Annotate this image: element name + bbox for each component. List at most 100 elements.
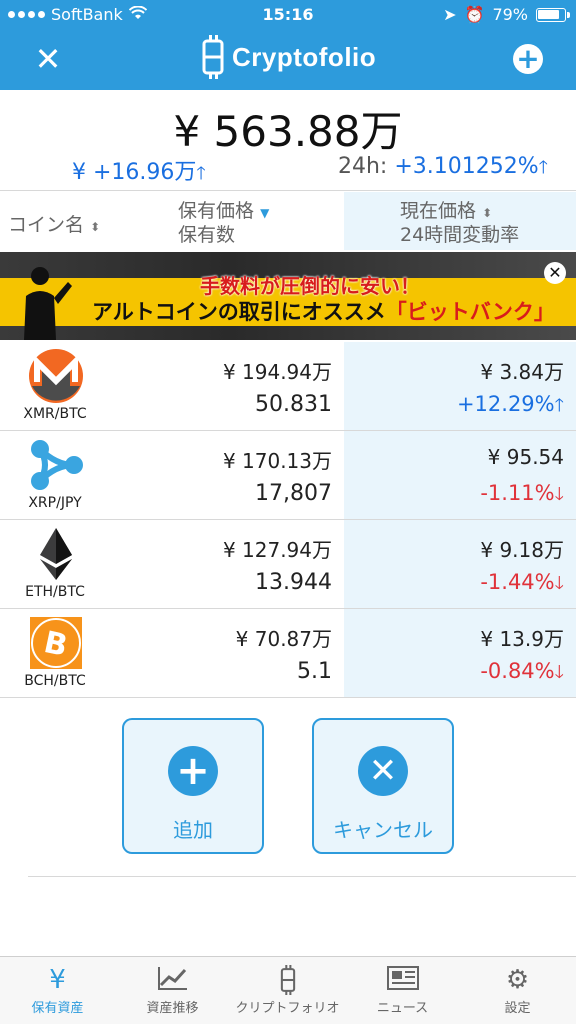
change-24h: -1.11%🡓	[480, 481, 564, 512]
plus-icon: +	[168, 746, 218, 796]
sort-icon: ⬍	[90, 220, 101, 234]
app-logo: Cryptofolio	[200, 34, 376, 80]
ad-subline-main: アルトコインの取引にオススメ	[92, 300, 386, 324]
change-amount-value: ¥ +16.96万	[72, 160, 197, 185]
tab-settings[interactable]: ⚙ 設定	[460, 957, 575, 1024]
change-amount: ¥ +16.96万🡑	[72, 154, 206, 191]
sort-holding[interactable]: 保有価格 ▼ 保有数	[178, 200, 269, 246]
change-24h-value: -1.44%	[480, 570, 555, 594]
tab-label: 資産推移	[146, 1001, 199, 1016]
ad-headline: 手数料が圧倒的に安い！	[200, 274, 420, 298]
add-button[interactable]: + 追加	[122, 718, 264, 854]
ad-close-icon[interactable]: ✕	[544, 262, 566, 284]
divider	[28, 876, 576, 877]
coin-row-xmr[interactable]: XMR/BTC ¥ 194.94万 50.831 ¥ 3.84万 +12.29%…	[0, 342, 576, 431]
coin-row-xrp[interactable]: XRP/JPY ¥ 170.13万 17,807 ¥ 95.54 -1.11%🡓	[0, 431, 576, 520]
bitcoin-cash-icon: B	[30, 617, 82, 669]
holding-value: ¥ 70.87万	[235, 627, 332, 651]
arrow-up-icon: 🡑	[196, 163, 206, 184]
sort-coin-name[interactable]: コイン名 ⬍	[8, 210, 100, 237]
yen-icon: ¥	[49, 965, 66, 995]
arrow-up-icon: 🡑	[554, 395, 564, 416]
current-price: ¥ 9.18万	[480, 538, 564, 562]
arrow-up-icon: 🡑	[538, 157, 548, 178]
column-price-label: 現在価格	[400, 200, 477, 222]
sort-down-icon: ▼	[260, 206, 270, 220]
change-percent: 24h: +3.101252%🡑	[338, 154, 548, 185]
status-right: ➤ ⏰ 79%	[443, 5, 570, 24]
status-bar: SoftBank 15:16 ➤ ⏰ 79%	[0, 0, 576, 30]
arrow-down-icon: 🡓	[554, 662, 564, 683]
chart-icon	[115, 957, 230, 997]
close-icon: ✕	[358, 746, 408, 796]
column-coin-label: コイン名	[8, 214, 85, 236]
tab-cryptofolio[interactable]: クリプトフォリオ	[230, 957, 345, 1024]
news-icon	[345, 957, 460, 997]
tab-asset-history[interactable]: 資産推移	[115, 957, 230, 1024]
tab-label: 設定	[504, 1001, 531, 1016]
holding-qty: 50.831	[255, 392, 332, 417]
holding-qty: 13.944	[255, 570, 332, 595]
tab-label: ニュース	[376, 1001, 429, 1016]
cryptofolio-icon	[230, 957, 345, 997]
column-qty-label: 保有数	[178, 224, 236, 246]
tab-bar: ¥ 保有資産 資産推移 クリプトフォリオ ニュース ⚙ 設定	[0, 956, 576, 1024]
coin-pair: XRP/JPY	[28, 495, 82, 511]
column-change-label: 24時間変動率	[400, 224, 520, 246]
app-header: SoftBank 15:16 ➤ ⏰ 79% ✕ Cryptofolio +	[0, 0, 576, 90]
sort-icon: ⬍	[482, 206, 493, 220]
sort-price[interactable]: 現在価格 ⬍ 24時間変動率	[400, 200, 519, 246]
cancel-label: キャンセル	[333, 818, 433, 842]
change-24h-value: +12.29%	[456, 392, 555, 416]
businessman-illustration	[24, 267, 72, 340]
tab-holdings[interactable]: ¥ 保有資産	[0, 957, 115, 1024]
holding-qty: 17,807	[255, 481, 332, 506]
alarm-icon: ⏰	[464, 5, 485, 24]
coin-list: XMR/BTC ¥ 194.94万 50.831 ¥ 3.84万 +12.29%…	[0, 342, 576, 698]
arrow-down-icon: 🡓	[554, 573, 564, 594]
change-summary: ¥ +16.96万🡑 24h: +3.101252%🡑	[0, 154, 576, 185]
change-label: 24h:	[337, 154, 388, 179]
coin-pair: ETH/BTC	[25, 584, 85, 600]
change-24h-value: -1.11%	[480, 481, 555, 505]
arrow-down-icon: 🡓	[554, 484, 564, 505]
ad-subline: アルトコインの取引にオススメ「ビットバンク」	[92, 296, 555, 326]
plus-icon[interactable]: +	[513, 44, 543, 74]
ripple-icon	[31, 440, 83, 490]
holding-value: ¥ 194.94万	[222, 360, 332, 384]
tab-news[interactable]: ニュース	[345, 957, 460, 1024]
battery-percent: 79%	[492, 5, 528, 24]
ad-banner[interactable]: 手数料が圧倒的に安い！ アルトコインの取引にオススメ「ビットバンク」 ✕	[0, 252, 576, 340]
change-24h: +12.29%🡑	[457, 392, 564, 423]
ethereum-icon	[40, 528, 72, 580]
monero-icon	[29, 349, 83, 403]
column-holding-label: 保有価格	[178, 200, 255, 222]
coin-pair: XMR/BTC	[23, 406, 87, 422]
app-title: Cryptofolio	[232, 41, 377, 72]
battery-icon	[536, 7, 570, 22]
holding-value: ¥ 170.13万	[222, 449, 332, 473]
gear-icon: ⚙	[505, 965, 530, 995]
cancel-button[interactable]: ✕ キャンセル	[312, 718, 454, 854]
holding-qty: 5.1	[297, 659, 332, 684]
current-price: ¥ 13.9万	[480, 627, 564, 651]
change-24h: -1.44%🡓	[480, 570, 564, 601]
coin-row-eth[interactable]: ETH/BTC ¥ 127.94万 13.944 ¥ 9.18万 -1.44%🡓	[0, 520, 576, 609]
location-icon: ➤	[443, 5, 457, 24]
current-price: ¥ 95.54	[487, 445, 564, 469]
column-header: コイン名 ⬍ 保有価格 ▼ 保有数 現在価格 ⬍ 24時間変動率	[0, 192, 576, 250]
ad-brand: 「ビットバンク」	[385, 300, 555, 324]
cryptofolio-logo-icon	[202, 35, 224, 79]
change-24h-value: -0.84%	[480, 659, 555, 683]
total-assets: ¥ 563.88万	[173, 107, 403, 156]
tab-label: 保有資産	[31, 1001, 84, 1016]
tab-label: クリプトフォリオ	[235, 1001, 340, 1016]
change-percent-value: +3.101252%	[394, 154, 539, 179]
coin-pair: BCH/BTC	[24, 673, 86, 689]
add-label: 追加	[173, 818, 213, 842]
divider	[0, 190, 576, 191]
close-icon[interactable]: ✕	[33, 43, 63, 75]
holding-value: ¥ 127.94万	[222, 538, 332, 562]
coin-row-bch[interactable]: B BCH/BTC ¥ 70.87万 5.1 ¥ 13.9万 -0.84%🡓	[0, 609, 576, 698]
change-24h: -0.84%🡓	[480, 659, 564, 690]
